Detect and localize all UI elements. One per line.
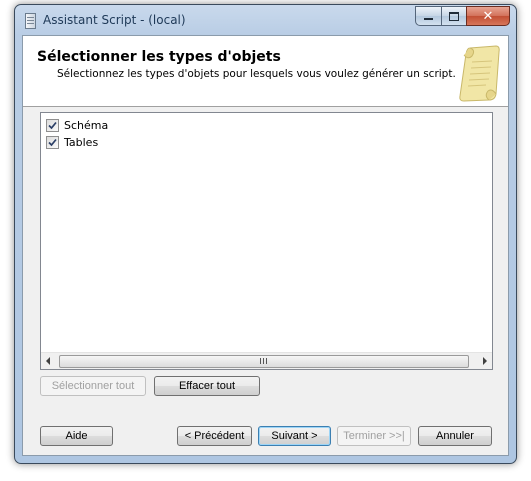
next-button[interactable]: Suivant > — [258, 426, 331, 446]
wizard-header: Sélectionner les types d'objets Sélectio… — [23, 36, 508, 107]
wizard-window: Assistant Script - (local) ✕ Sélectionne… — [14, 4, 517, 464]
help-button[interactable]: Aide — [40, 426, 113, 446]
scroll-left-icon[interactable] — [46, 357, 50, 365]
grip-icon — [260, 358, 268, 364]
schema-checkbox[interactable] — [46, 119, 59, 132]
tables-checkbox[interactable] — [46, 136, 59, 149]
page-title: Sélectionner les types d'objets — [37, 49, 281, 65]
maximize-button[interactable] — [441, 6, 466, 26]
scrollbar-thumb[interactable] — [59, 355, 469, 368]
list-item-schema[interactable]: Schéma — [46, 118, 108, 133]
object-type-list[interactable]: Schéma Tables — [40, 112, 493, 370]
close-button[interactable]: ✕ — [466, 6, 510, 26]
finish-button[interactable]: Terminer >>| — [337, 426, 411, 446]
scroll-document-icon — [459, 45, 500, 102]
minimize-button[interactable] — [415, 6, 441, 26]
maximize-icon — [449, 11, 459, 21]
cancel-button[interactable]: Annuler — [418, 426, 492, 446]
checkbox-checked-icon — [48, 138, 57, 147]
app-icon — [25, 13, 36, 29]
window-title: Assistant Script - (local) — [43, 13, 186, 27]
page-subtitle: Sélectionnez les types d'objets pour les… — [57, 68, 456, 80]
wizard-client-area: Sélectionner les types d'objets Sélectio… — [22, 35, 509, 456]
list-item-tables[interactable]: Tables — [46, 135, 98, 150]
schema-label: Schéma — [64, 119, 109, 132]
tables-label: Tables — [64, 136, 99, 149]
clear-all-button[interactable]: Effacer tout — [154, 376, 260, 396]
caption-buttons: ✕ — [415, 6, 510, 26]
title-bar[interactable]: Assistant Script - (local) ✕ — [15, 5, 516, 35]
select-all-button[interactable]: Sélectionner tout — [40, 376, 146, 396]
previous-button[interactable]: < Précédent — [177, 426, 252, 446]
scroll-right-icon[interactable] — [483, 357, 487, 365]
close-icon: ✕ — [482, 8, 494, 24]
checkbox-checked-icon — [48, 121, 57, 130]
minimize-icon — [424, 18, 433, 20]
horizontal-scrollbar[interactable] — [41, 352, 492, 369]
